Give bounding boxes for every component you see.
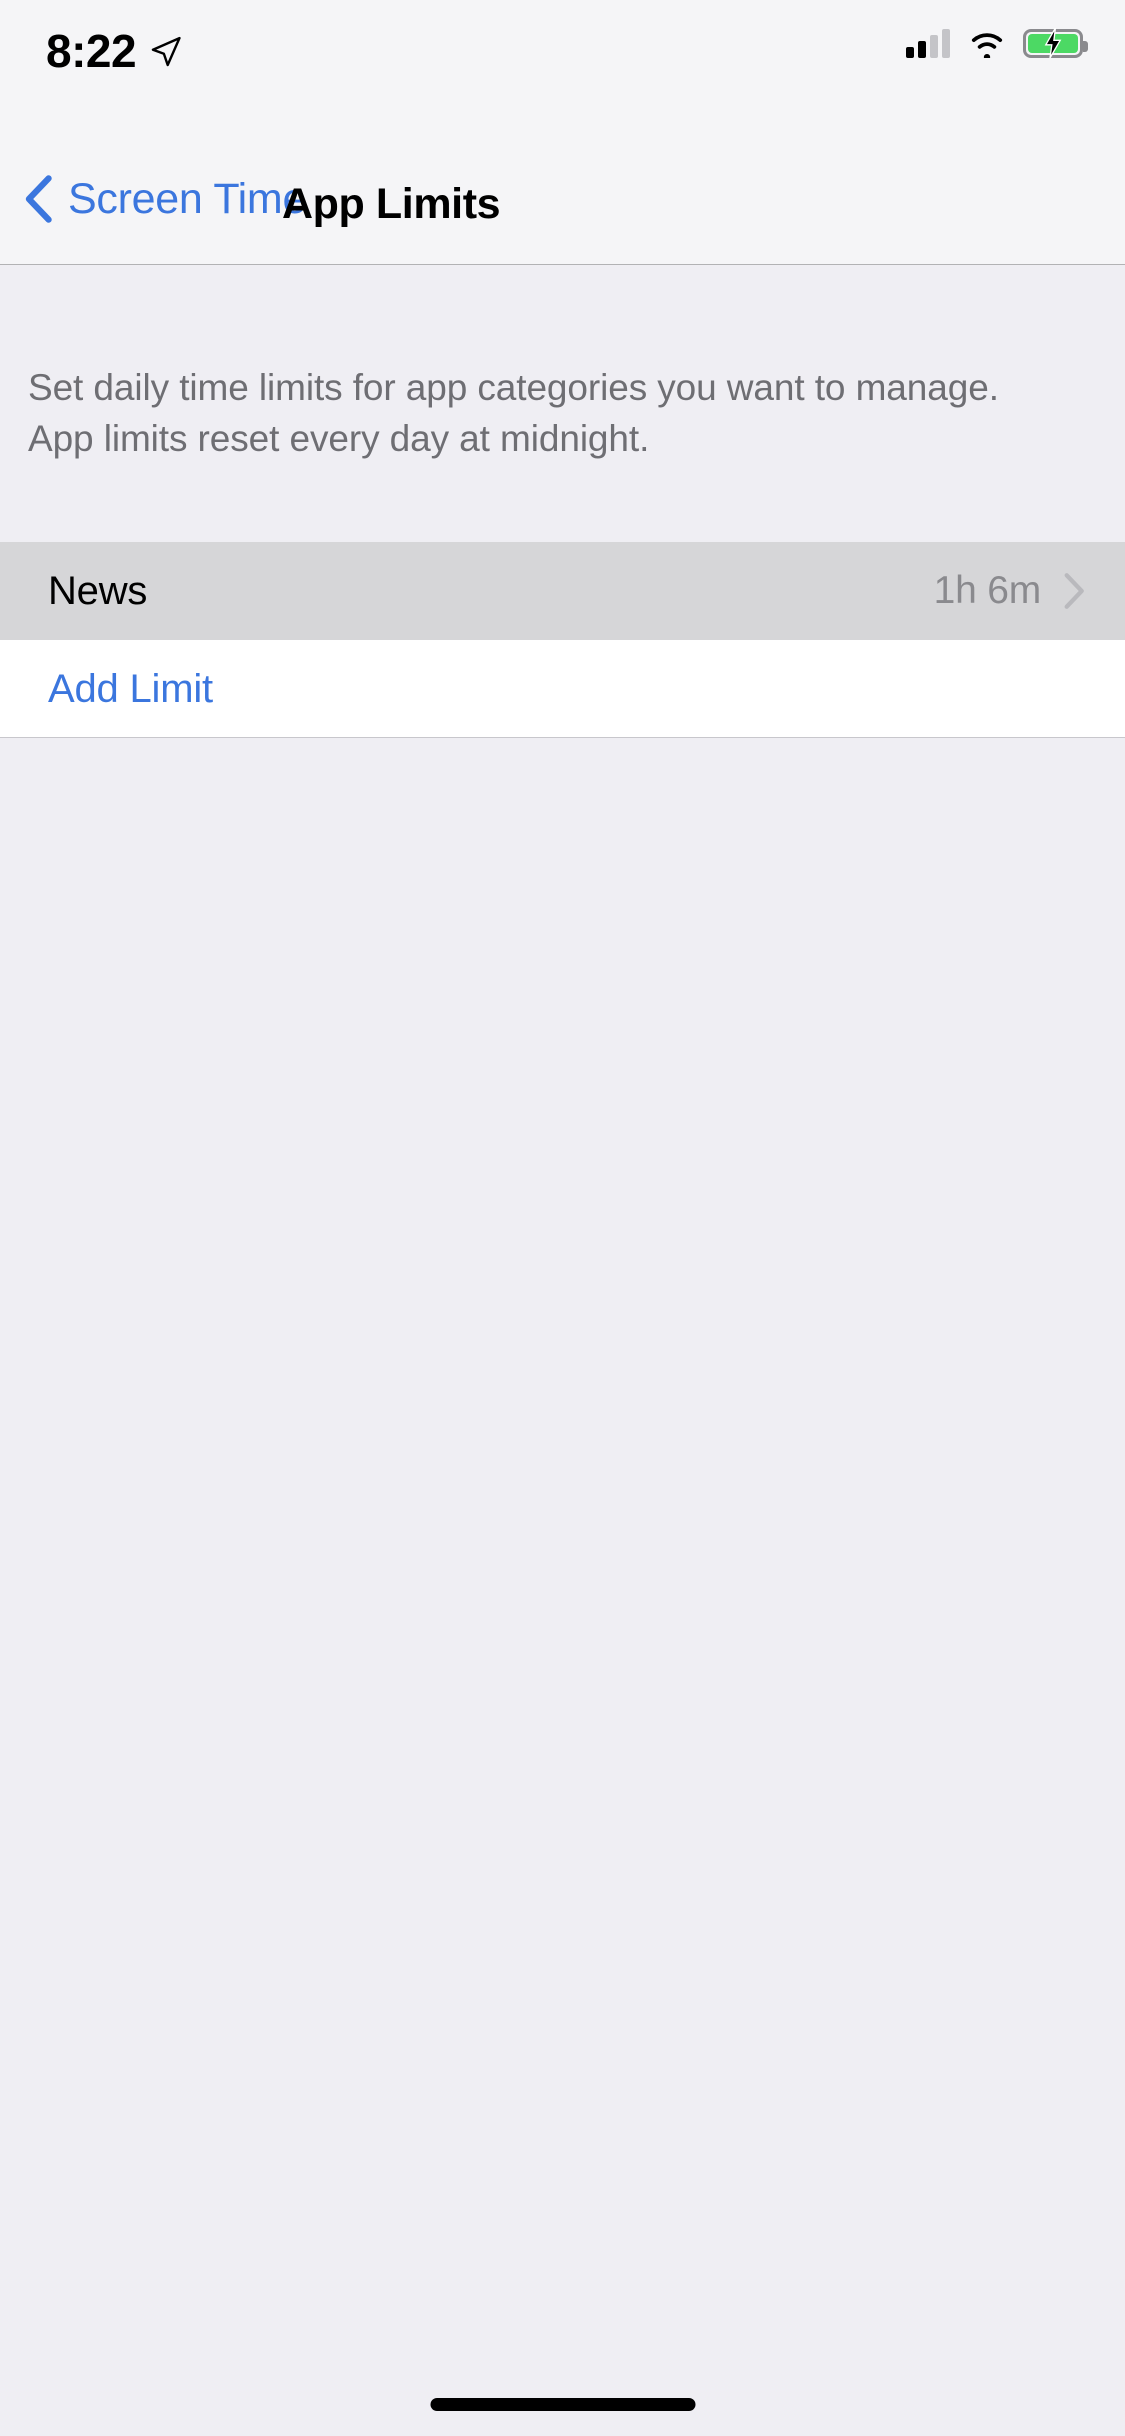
section-description: Set daily time limits for app categories… [28,367,999,459]
status-bar-left: 8:22 [46,23,183,79]
signal-bar-4 [942,29,950,58]
limit-row-news[interactable]: News 1h 6m [0,542,1125,640]
limit-row-accessory: 1h 6m [934,569,1085,613]
status-bar-right [906,28,1088,58]
battery-charging-icon [1023,28,1088,58]
app-limits-group: News 1h 6m Add Limit [0,542,1125,738]
page-title: App Limits [282,180,501,228]
signal-bar-1 [906,47,914,58]
content-area: Set daily time limits for app categories… [0,266,1125,2436]
signal-bar-3 [930,35,938,58]
iphone-screen: 8:22 Screen Time App Limits Set daily ti… [0,0,1125,2436]
cellular-signal-icon [906,28,950,58]
location-arrow-icon [151,36,181,67]
chevron-left-icon [25,175,52,223]
status-bar-clock: 8:22 [46,25,137,77]
limit-row-title: News [48,568,148,613]
battery-bolt-icon [1044,28,1062,58]
limit-row-value: 1h 6m [933,569,1042,612]
back-button-label: Screen Time [68,175,307,223]
add-limit-row[interactable]: Add Limit [0,640,1125,738]
wifi-icon [971,33,1003,58]
back-button[interactable]: Screen Time [24,174,306,224]
add-limit-label: Add Limit [48,666,213,711]
chevron-right-icon [1064,573,1084,609]
navigation-bar: Screen Time App Limits [0,132,1125,265]
signal-bar-2 [918,41,926,58]
status-bar: 8:22 [0,0,1125,132]
home-indicator-bar[interactable] [430,2398,695,2411]
